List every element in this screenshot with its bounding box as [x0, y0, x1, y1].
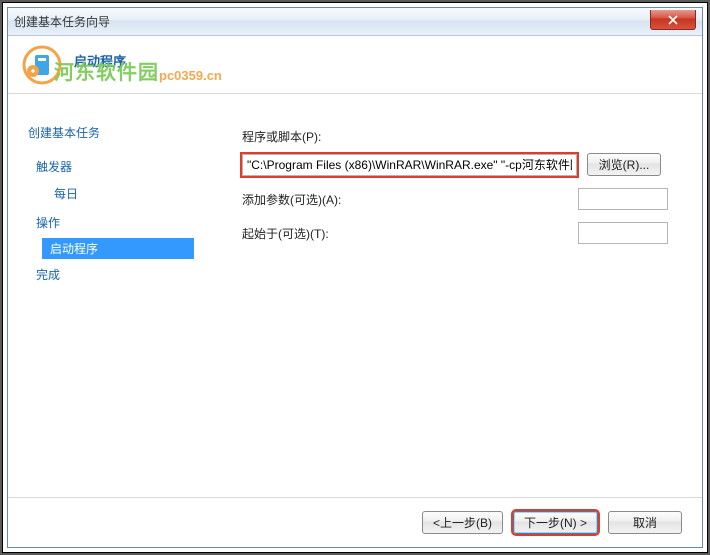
back-button[interactable]: <上一步(B) [422, 511, 503, 534]
wizard-footer: <上一步(B) 下一步(N) > 取消 [8, 497, 702, 547]
sidebar-item-finish[interactable]: 完成 [28, 263, 218, 286]
startin-input[interactable] [578, 222, 668, 244]
browse-button[interactable]: 浏览(R)... [587, 153, 661, 176]
wizard-dialog: 创建基本任务向导 启动程序 河东软件园 pc0359.cn 创建基本任务 触发器 [7, 7, 703, 548]
close-button[interactable] [650, 10, 696, 30]
window-title: 创建基本任务向导 [14, 13, 110, 30]
sidebar-item-trigger-daily[interactable]: 每日 [46, 182, 218, 205]
sidebar-item-trigger[interactable]: 触发器 [28, 155, 218, 178]
sidebar-item-start-program[interactable]: 启动程序 [42, 238, 194, 259]
titlebar: 创建基本任务向导 [8, 8, 702, 36]
script-input[interactable] [242, 154, 577, 176]
wizard-header: 启动程序 河东软件园 pc0359.cn [8, 36, 702, 94]
args-label: 添加参数(可选)(A): [242, 191, 342, 208]
wizard-icon [22, 45, 62, 85]
close-icon [668, 15, 678, 25]
startin-label: 起始于(可选)(T): [242, 225, 342, 242]
next-button[interactable]: 下一步(N) > [513, 511, 598, 534]
sidebar-item-create[interactable]: 创建基本任务 [28, 124, 218, 141]
args-input[interactable] [578, 188, 668, 210]
cancel-button[interactable]: 取消 [608, 511, 682, 534]
watermark-url: pc0359.cn [159, 68, 222, 83]
sidebar: 创建基本任务 触发器 每日 操作 启动程序 完成 [8, 94, 218, 497]
wizard-heading: 启动程序 [74, 51, 126, 70]
sidebar-item-action[interactable]: 操作 [28, 211, 218, 234]
script-label: 程序或脚本(P): [242, 128, 678, 145]
wizard-body: 创建基本任务 触发器 每日 操作 启动程序 完成 程序或脚本(P): 浏览(R)… [8, 94, 702, 497]
main-panel: 程序或脚本(P): 浏览(R)... 添加参数(可选)(A): 起始于(可选)(… [218, 94, 702, 497]
